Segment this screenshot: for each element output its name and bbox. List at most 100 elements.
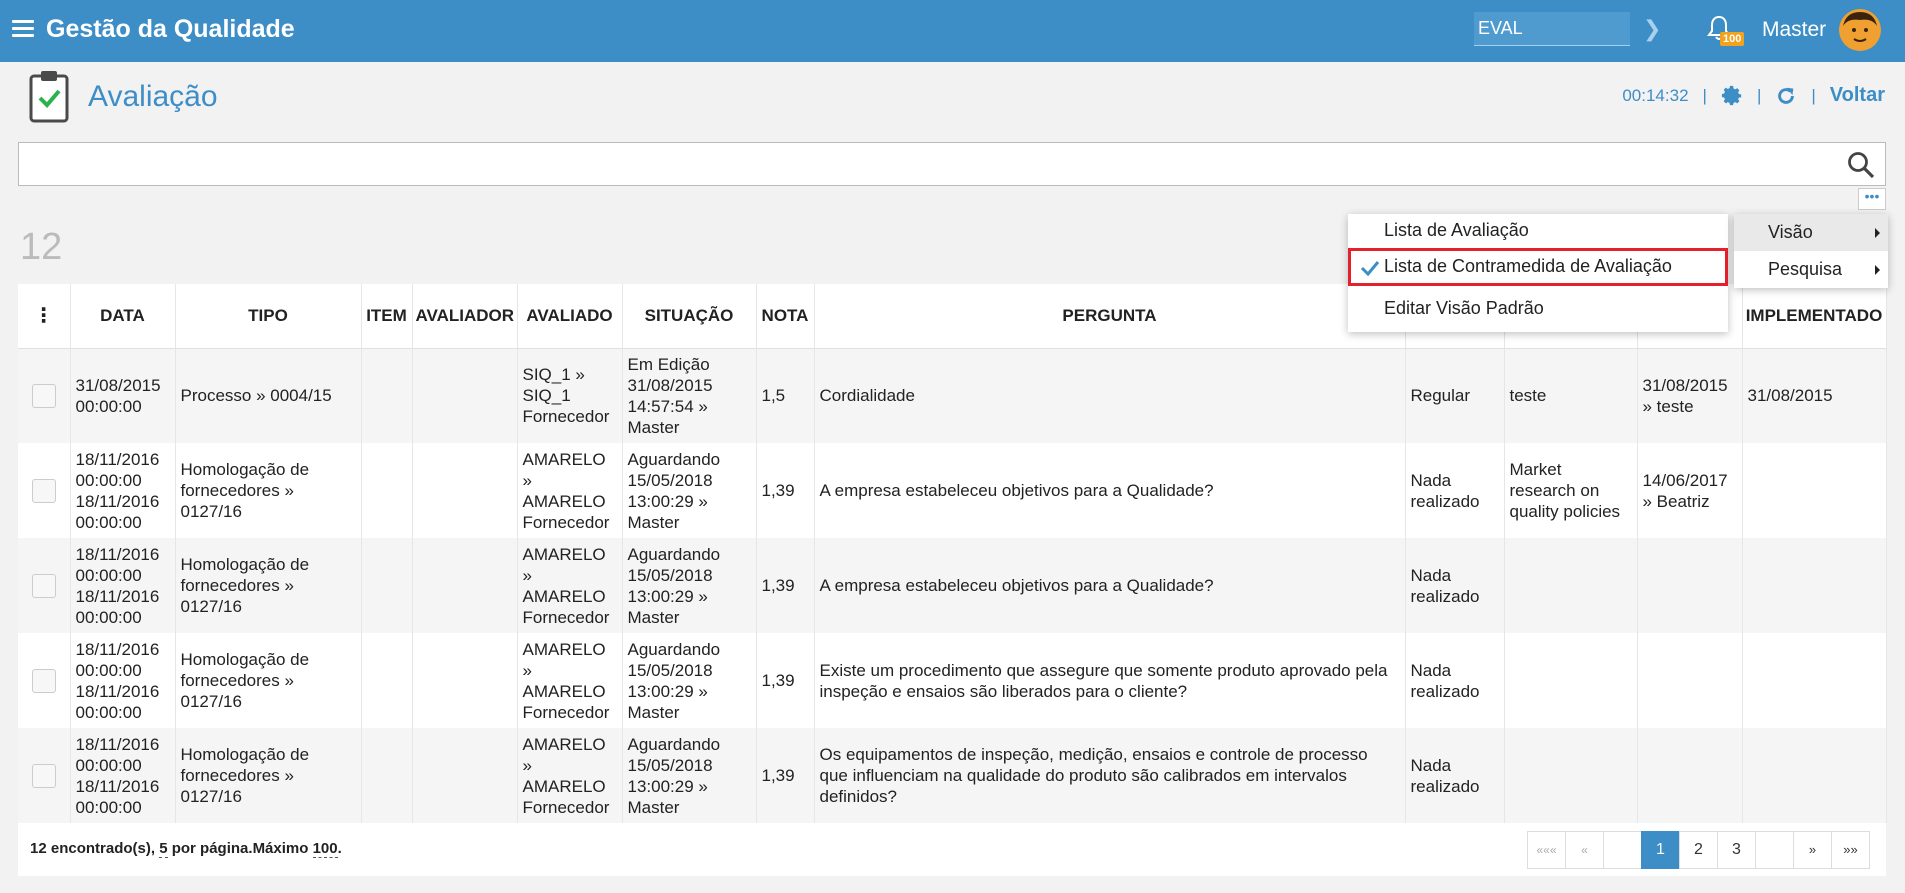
refresh-icon[interactable] <box>1775 85 1797 107</box>
cell-data-line: 18/11/2016 <box>75 544 160 564</box>
cell-data-line: 00:00:00 <box>75 660 142 680</box>
column-header[interactable]: ITEM <box>361 284 413 349</box>
row-checkbox[interactable] <box>31 763 56 788</box>
cell-situacao: Em Edição 31/08/2015 14:57:54 » Master <box>622 348 757 443</box>
menu-item-visao[interactable]: Visão <box>1734 214 1888 251</box>
cell-avaliado: AMARELO » AMARELO Fornecedor <box>517 538 623 633</box>
cell-avaliado-line: AMARELO <box>522 681 606 701</box>
cell-situacao-line: Master <box>627 417 680 437</box>
found-count-text: 12 encontrado(s), <box>30 840 160 857</box>
cell-situacao-line: Aguardando <box>627 544 721 564</box>
chevron-right-icon[interactable]: ❯ <box>1643 16 1661 42</box>
view-options-menu: Lista de Avaliação Lista de Contramedida… <box>1348 214 1728 332</box>
menu-item-editar-visao[interactable]: Editar Visão Padrão <box>1384 298 1544 319</box>
column-header[interactable]: SITUAÇÃO <box>622 284 757 349</box>
cell-item <box>361 443 413 538</box>
column-header[interactable]: DATA <box>70 284 176 349</box>
hamburger-menu-icon[interactable] <box>12 20 34 38</box>
table-row[interactable]: 31/08/2015 00:00:00 Processo » 0004/15 SIQ_… <box>18 348 1887 443</box>
kebab-icon[interactable]: ⋮ <box>34 305 54 327</box>
app-title: Gestão da Qualidade <box>46 15 295 43</box>
table-row[interactable]: 18/11/2016 00:00:00 18/11/2016 00:00:00 Homo… <box>18 633 1887 728</box>
cell-situacao-line: Master <box>627 512 680 532</box>
cell-situacao-line: 15/05/2018 <box>627 565 713 585</box>
avatar[interactable] <box>1838 8 1882 52</box>
gear-icon[interactable] <box>1721 85 1743 107</box>
cell-data-line: 00:00:00 <box>75 607 142 627</box>
menu-item-lista-avaliacao[interactable]: Lista de Avaliação <box>1384 220 1529 241</box>
cell-avaliador <box>412 633 518 728</box>
row-checkbox[interactable] <box>31 668 56 693</box>
caret-right-icon <box>1875 265 1880 275</box>
cell-implementado: 31/08/2015 <box>1742 348 1887 443</box>
cell-data-line: 18/11/2016 <box>75 681 160 701</box>
row-checkbox[interactable] <box>31 383 56 408</box>
cell-avaliado-line: Fornecedor <box>522 607 610 627</box>
last-page-button[interactable]: »» <box>1831 831 1870 869</box>
cell-avaliado-line: AMARELO » <box>522 544 606 585</box>
page-button[interactable]: 3 <box>1717 831 1756 869</box>
results-table: ⋮ DATA TIPO ITEM AVALIADOR AVALIADO SITU… <box>18 284 1887 823</box>
column-header[interactable]: IMPLEMENTADO <box>1742 284 1887 349</box>
cell-data-line: 00:00:00 <box>75 512 142 532</box>
column-header[interactable]: NOTA <box>756 284 815 349</box>
table-row[interactable]: 18/11/2016 00:00:00 18/11/2016 00:00:00 Homo… <box>18 728 1887 823</box>
results-grid: ⋮ DATA TIPO ITEM AVALIADOR AVALIADO SITU… <box>18 284 1887 876</box>
column-header[interactable]: PERGUNTA <box>814 284 1406 349</box>
row-checkbox-cell[interactable] <box>18 633 71 728</box>
row-checkbox[interactable] <box>31 478 56 503</box>
row-checkbox-cell[interactable] <box>18 443 71 538</box>
cell-acao: Market research on quality policies <box>1504 443 1638 538</box>
row-checkbox[interactable] <box>31 573 56 598</box>
cell-situacao-line: Aguardando <box>627 734 721 754</box>
per-page-selector[interactable]: 5 <box>159 840 168 858</box>
column-header[interactable]: TIPO <box>175 284 362 349</box>
cell-avaliado-line: SIQ_1 <box>522 386 571 406</box>
max-selector[interactable]: 100 <box>312 840 338 858</box>
user-name[interactable]: Master <box>1762 18 1826 42</box>
cell-prazo: 14/06/2017 » Beatriz <box>1637 443 1743 538</box>
cell-tipo: Homologação de fornecedores » 0127/16 <box>175 728 362 823</box>
row-checkbox-cell[interactable] <box>18 538 71 633</box>
more-options-button[interactable]: ••• <box>1858 188 1886 210</box>
table-row[interactable]: 18/11/2016 00:00:00 18/11/2016 00:00:00 Homo… <box>18 443 1887 538</box>
notification-badge: 100 <box>1720 32 1745 46</box>
session-timer: 00:14:32 <box>1622 85 1689 105</box>
cell-tipo: Homologação de fornecedores » 0127/16 <box>175 443 362 538</box>
row-checkbox-cell[interactable] <box>18 728 71 823</box>
cell-situacao: Aguardando 15/05/2018 13:00:29 » Master <box>622 538 757 633</box>
search-field[interactable] <box>18 142 1886 186</box>
cell-resposta: Regular <box>1405 348 1505 443</box>
cell-prazo <box>1637 538 1743 633</box>
page-button[interactable]: 2 <box>1679 831 1718 869</box>
cell-implementado <box>1742 728 1887 823</box>
next-page-button[interactable]: » <box>1793 831 1832 869</box>
cell-data-line: 18/11/2016 <box>75 639 160 659</box>
prev-page-button[interactable]: « <box>1565 831 1604 869</box>
cell-situacao-line: 14:57:54 » <box>627 396 708 416</box>
separator: | <box>1811 85 1816 105</box>
cell-situacao-line: Master <box>627 702 680 722</box>
cell-nota: 1,39 <box>756 538 815 633</box>
top-bar: Gestão da Qualidade ❯ 100 Master <box>0 0 1905 62</box>
column-header[interactable]: AVALIADOR <box>412 284 518 349</box>
search-input[interactable] <box>19 143 1885 185</box>
cell-data: 18/11/2016 00:00:00 18/11/2016 00:00:00 <box>70 728 176 823</box>
search-icon[interactable] <box>1847 151 1875 179</box>
record-count: 12 <box>20 226 63 268</box>
column-menu[interactable]: ⋮ <box>18 284 71 349</box>
first-page-button[interactable]: ««« <box>1527 831 1566 869</box>
separator: | <box>1756 85 1762 105</box>
page-button[interactable]: 1 <box>1641 831 1680 869</box>
page-title: Avaliação <box>88 80 218 113</box>
table-row[interactable]: 18/11/2016 00:00:00 18/11/2016 00:00:00 Homo… <box>18 538 1887 633</box>
column-header[interactable]: AVALIADO <box>517 284 623 349</box>
menu-item-pesquisa[interactable]: Pesquisa <box>1734 251 1888 288</box>
separator: | <box>1702 85 1707 105</box>
environment-input[interactable] <box>1474 12 1630 46</box>
back-link[interactable]: Voltar <box>1830 84 1885 107</box>
row-checkbox-cell[interactable] <box>18 348 71 443</box>
cell-avaliador <box>412 728 518 823</box>
cell-pergunta: A empresa estabeleceu objetivos para a Q… <box>814 443 1406 538</box>
cell-item <box>361 728 413 823</box>
